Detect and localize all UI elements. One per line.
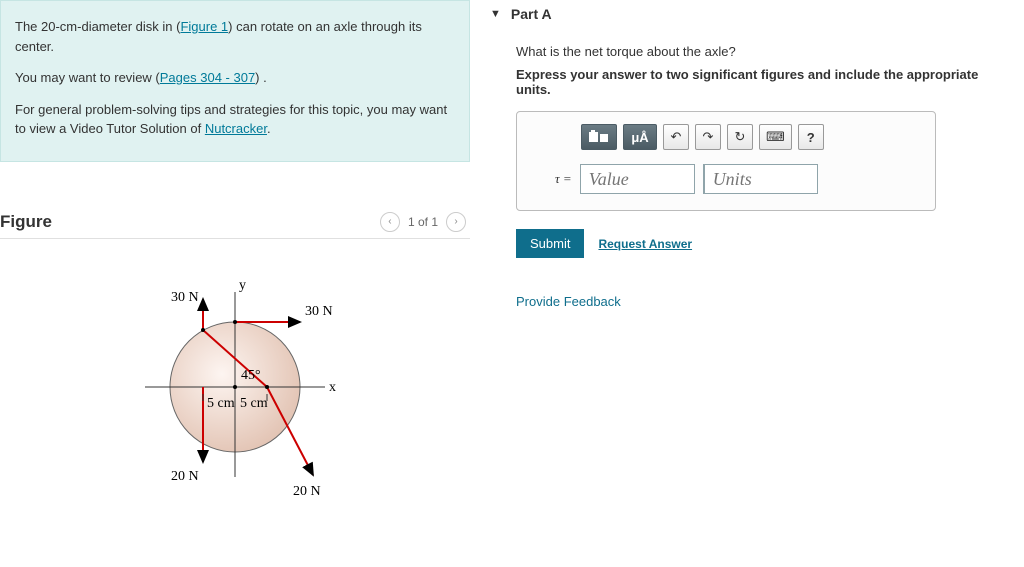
svg-text:45°: 45° [241,368,261,383]
text: ) . [255,70,267,85]
request-answer-link[interactable]: Request Answer [598,237,692,251]
figure-link[interactable]: Figure 1 [180,19,228,34]
formula-toolbar: μÅ ↶ ↷ ↻ ⌨ ? [581,124,917,150]
answer-box: μÅ ↶ ↷ ↻ ⌨ ? τ = [516,111,936,211]
tutor-link[interactable]: Nutcracker [205,121,267,136]
svg-text:20 N: 20 N [171,469,199,484]
svg-text:x: x [329,380,336,395]
redo-button[interactable]: ↷ [695,124,721,150]
intro-p2: You may want to review (Pages 304 - 307)… [15,68,455,88]
pages-link[interactable]: Pages 304 - 307 [160,70,255,85]
svg-text:y: y [239,278,246,293]
value-input[interactable] [580,164,695,194]
units-input[interactable] [703,164,818,194]
help-button[interactable]: ? [798,124,824,150]
figure-pager: ‹ 1 of 1 › [380,212,466,232]
pager-prev-button[interactable]: ‹ [380,212,400,232]
text: . [267,121,271,136]
templates-button[interactable] [581,124,617,150]
submit-button[interactable]: Submit [516,229,584,258]
keyboard-button[interactable]: ⌨ [759,124,792,150]
figure-header: Figure ‹ 1 of 1 › [0,212,470,239]
figure-body: y x 30 N 30 N 20 N 20 N 45° 5 cm 5 cm [0,239,470,525]
svg-text:5 cm: 5 cm [207,396,235,411]
figure-title: Figure [0,212,52,232]
part-a-header[interactable]: ▼ Part A [490,0,1014,28]
svg-text:5 cm: 5 cm [240,396,268,411]
intro-p1: The 20-cm-diameter disk in (Figure 1) ca… [15,17,455,56]
reset-button[interactable]: ↻ [727,124,753,150]
svg-text:30 N: 30 N [171,290,199,305]
provide-feedback-link[interactable]: Provide Feedback [516,294,1014,309]
part-a-title: Part A [511,6,552,22]
svg-text:30 N: 30 N [305,304,333,319]
pager-text: 1 of 1 [408,215,438,229]
figure-diagram: y x 30 N 30 N 20 N 20 N 45° 5 cm 5 cm [95,257,375,507]
question-text: What is the net torque about the axle? [516,44,1014,59]
greek-chars-button[interactable]: μÅ [623,124,657,150]
instruction-text: Express your answer to two significant f… [516,67,1014,97]
undo-button[interactable]: ↶ [663,124,689,150]
pager-next-button[interactable]: › [446,212,466,232]
svg-text:20 N: 20 N [293,484,321,499]
text: You may want to review ( [15,70,160,85]
caret-down-icon: ▼ [490,8,501,20]
intro-box: The 20-cm-diameter disk in (Figure 1) ca… [0,0,470,162]
intro-p3: For general problem-solving tips and str… [15,100,455,139]
text: The 20-cm-diameter disk in ( [15,19,180,34]
tau-label: τ = [555,171,572,187]
